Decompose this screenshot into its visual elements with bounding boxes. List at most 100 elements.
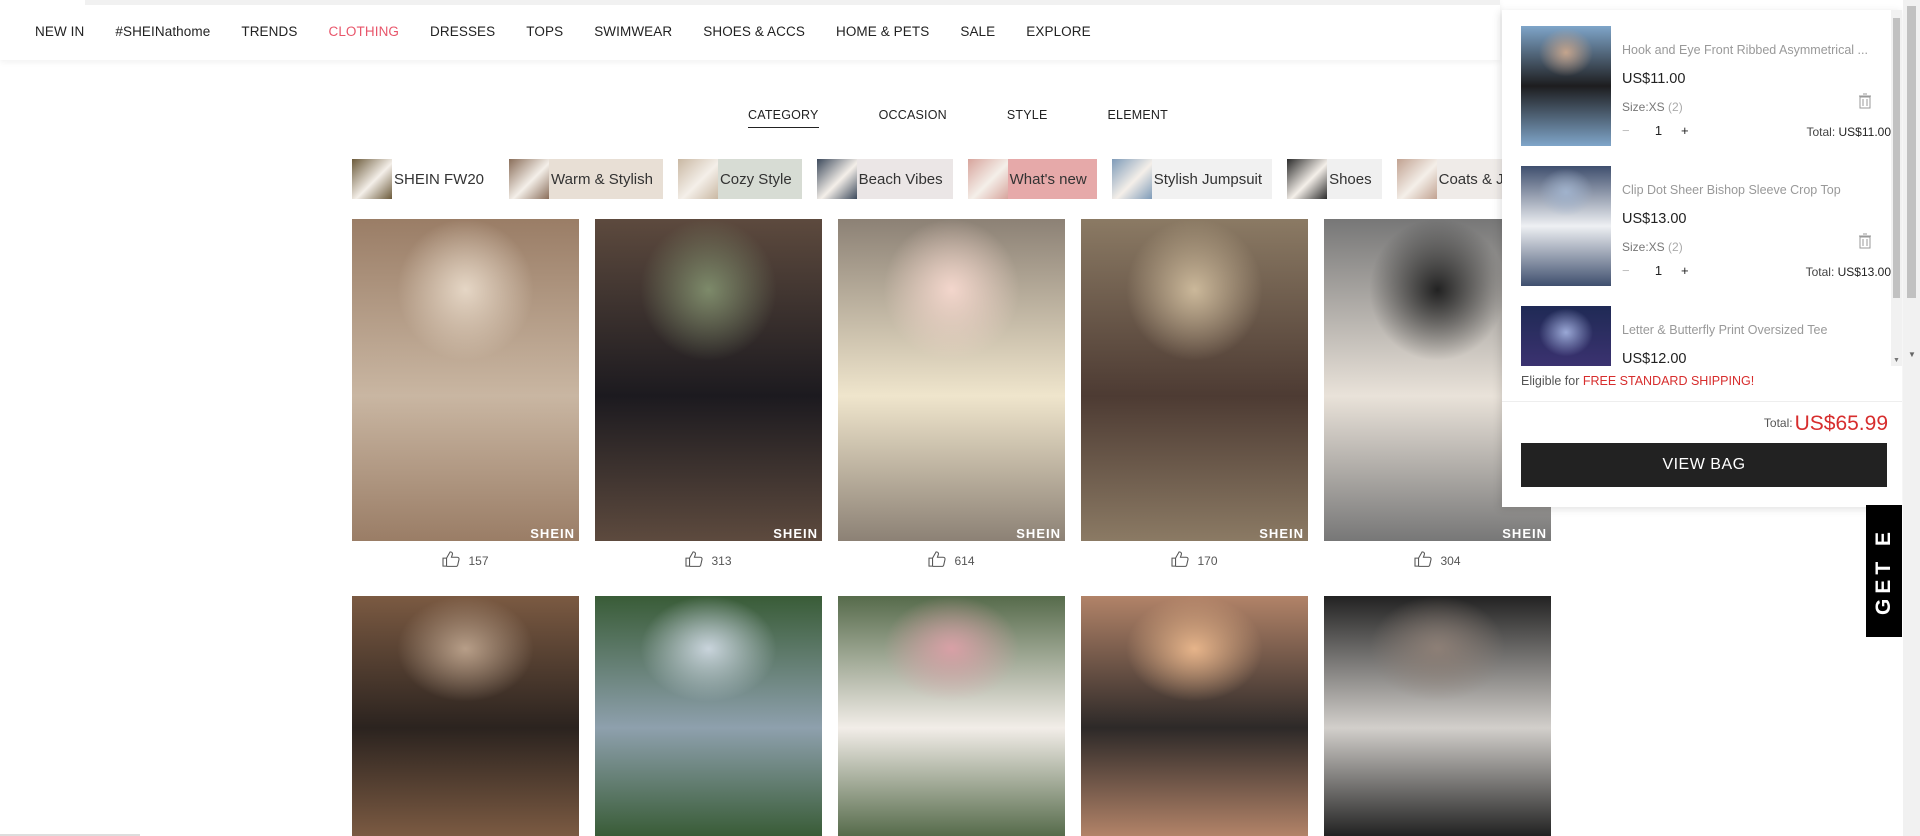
thumbs-up-icon[interactable] [685, 551, 704, 570]
cart-item: Hook and Eye Front Ribbed Asymmetrical .… [1521, 26, 1891, 148]
shein-watermark: SHEIN [1016, 526, 1061, 541]
category-chip[interactable]: Stylish Jumpsuit [1111, 159, 1273, 199]
shein-watermark: SHEIN [1502, 526, 1547, 541]
like-counter[interactable]: 313 [595, 551, 822, 570]
trash-icon[interactable] [1858, 233, 1872, 249]
trash-icon[interactable] [1858, 93, 1872, 109]
shein-watermark: SHEIN [530, 526, 575, 541]
minus-icon[interactable]: − [1622, 263, 1636, 278]
cart-item: Letter & Butterfly Print Oversized Tee US… [1521, 306, 1891, 366]
like-counter[interactable]: 304 [1324, 551, 1551, 570]
free-shipping-highlight: FREE STANDARD SHIPPING [1582, 374, 1751, 388]
nav-item-tops[interactable]: TOPS [526, 24, 563, 39]
nav-item-dresses[interactable]: DRESSES [430, 24, 495, 39]
shein-watermark: SHEIN [773, 526, 818, 541]
nav-item-sheinathome[interactable]: #SHEINathome [115, 24, 210, 39]
cart-item-name[interactable]: Clip Dot Sheer Bishop Sleeve Crop Top [1622, 183, 1872, 197]
tab-occasion[interactable]: OCCASION [879, 108, 947, 128]
side-promo-tab[interactable]: GET E [1866, 505, 1902, 637]
cart-item-total: Total: US$11.00 [1806, 125, 1891, 139]
cart-item-price: US$13.00 [1622, 211, 1687, 227]
cart-item-list[interactable]: Hook and Eye Front Ribbed Asymmetrical .… [1502, 10, 1902, 366]
chip-thumbnail [509, 159, 550, 199]
like-count: 313 [711, 553, 732, 568]
plus-icon[interactable]: + [1681, 123, 1689, 138]
cart-item-total: Total: US$13.00 [1806, 265, 1891, 279]
category-chip[interactable]: Coats & Jackets [1396, 159, 1507, 199]
chip-label: SHEIN FW20 [394, 170, 485, 188]
category-chip[interactable]: Cozy Style [677, 159, 802, 199]
view-bag-button[interactable]: VIEW BAG [1521, 443, 1887, 487]
category-chip[interactable]: What's new [967, 159, 1097, 199]
page-scrollbar[interactable]: ▼ [1903, 0, 1920, 836]
quantity-value: 1 [1654, 263, 1663, 278]
nav-item-home-pets[interactable]: HOME & PETS [836, 24, 929, 39]
size-label: Size:XS [1622, 100, 1665, 114]
chip-label: What's new [1009, 170, 1087, 188]
product-card-image[interactable] [838, 596, 1065, 836]
category-chip[interactable]: Shoes [1287, 159, 1382, 199]
nav-menu: NEW IN #SHEINathome TRENDS CLOTHING DRESSES T… [35, 24, 1122, 39]
cart-total-amount: US$65.99 [1794, 412, 1888, 435]
category-chip-row: SHEIN FW20 Warm & Stylish Cozy Style Beach … [352, 159, 1507, 199]
cart-item-name[interactable]: Hook and Eye Front Ribbed Asymmetrical .… [1622, 43, 1872, 57]
scroll-down-arrow-icon[interactable]: ▼ [1908, 350, 1916, 359]
product-card-image[interactable]: SHEIN [838, 219, 1065, 541]
nav-item-clothing[interactable]: CLOTHING [328, 24, 399, 39]
nav-item-explore[interactable]: EXPLORE [1026, 24, 1090, 39]
cart-item-image[interactable] [1521, 26, 1611, 146]
product-card-image[interactable] [1081, 596, 1308, 836]
cart-total-label: Total: [1763, 416, 1793, 430]
cart-scrollbar[interactable]: ▼ [1891, 10, 1902, 366]
like-count: 157 [468, 553, 489, 568]
cart-item-name[interactable]: Letter & Butterfly Print Oversized Tee [1622, 323, 1872, 337]
scroll-down-arrow-icon[interactable]: ▼ [1893, 357, 1900, 364]
product-card-image[interactable] [352, 596, 579, 836]
cart-item-price: US$11.00 [1622, 71, 1686, 87]
tab-category[interactable]: CATEGORY [748, 108, 819, 128]
plus-icon[interactable]: + [1681, 263, 1689, 278]
page-scrollbar-thumb[interactable] [1907, 6, 1916, 298]
product-card-image[interactable]: SHEIN [1081, 219, 1308, 541]
quantity-stepper: − 1 + [1622, 263, 1689, 278]
like-counter[interactable]: 614 [838, 551, 1065, 570]
free-shipping-notice: Eligible for FREE STANDARD SHIPPING! [1521, 374, 1754, 388]
product-card-image[interactable] [595, 596, 822, 836]
category-chip[interactable]: SHEIN FW20 [352, 159, 495, 199]
thumbs-up-icon[interactable] [1171, 551, 1190, 570]
minus-icon[interactable]: − [1622, 123, 1636, 138]
cart-item-image[interactable] [1521, 166, 1611, 286]
like-counter[interactable]: 170 [1081, 551, 1308, 570]
item-total-amount: US$13.00 [1837, 265, 1891, 279]
cart-item-image[interactable] [1521, 306, 1611, 366]
like-count: 304 [1440, 553, 1461, 568]
chip-label: Beach Vibes [858, 170, 943, 188]
thumbs-up-icon[interactable] [928, 551, 947, 570]
nav-item-sale[interactable]: SALE [960, 24, 995, 39]
thumbs-up-icon[interactable] [1414, 551, 1433, 570]
nav-item-new-in[interactable]: NEW IN [35, 24, 84, 39]
category-chip[interactable]: Warm & Stylish [509, 159, 663, 199]
tab-element[interactable]: ELEMENT [1108, 108, 1168, 128]
product-card-image[interactable]: SHEIN [595, 219, 822, 541]
filter-tabs: CATEGORY OCCASION STYLE ELEMENT [748, 108, 1228, 128]
cart-scrollbar-thumb[interactable] [1893, 18, 1900, 298]
item-total-amount: US$11.00 [1838, 125, 1891, 139]
product-card-image[interactable] [1324, 596, 1551, 836]
shein-watermark: SHEIN [1259, 526, 1304, 541]
like-counter[interactable]: 157 [352, 551, 579, 570]
category-chip[interactable]: Beach Vibes [816, 159, 953, 199]
quantity-value: 1 [1654, 123, 1663, 138]
nav-item-shoes-accs[interactable]: SHOES & ACCS [703, 24, 805, 39]
free-shipping-suffix: ! [1750, 374, 1755, 388]
thumbs-up-icon[interactable] [442, 551, 461, 570]
nav-item-trends[interactable]: TRENDS [241, 24, 297, 39]
nav-item-swimwear[interactable]: SWIMWEAR [594, 24, 672, 39]
product-card-image[interactable]: SHEIN [352, 219, 579, 541]
like-count: 614 [954, 553, 975, 568]
chip-label: Cozy Style [719, 170, 792, 188]
cart-item-size: Size:XS (2) [1622, 100, 1683, 114]
cart-item-price: US$12.00 [1622, 351, 1687, 366]
tab-style[interactable]: STYLE [1007, 108, 1048, 128]
size-count: (2) [1668, 240, 1683, 254]
